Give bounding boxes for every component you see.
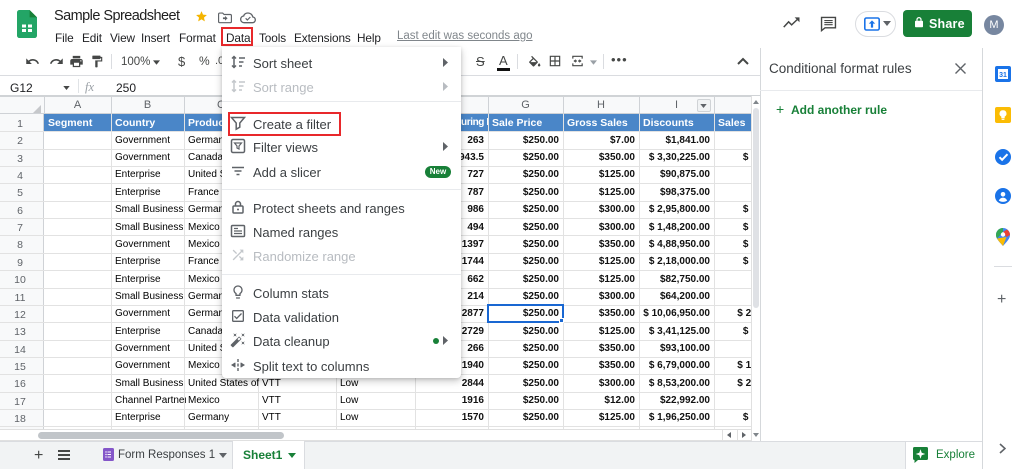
svg-text:31: 31: [999, 72, 1007, 79]
